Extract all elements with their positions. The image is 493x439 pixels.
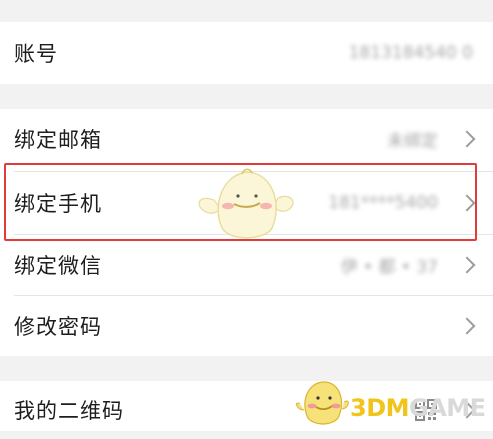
watermark-mascot <box>296 381 349 425</box>
bind-email-value: 未绑定 <box>387 131 438 152</box>
account-label: 账号 <box>14 42 58 66</box>
account-group: 账号 1813184540 0 <box>0 22 493 84</box>
account-value: 1813184540 0 <box>348 43 473 63</box>
mascot-overlay <box>198 168 294 239</box>
account-settings-screen: 账号 1813184540 0 绑定邮箱 未绑定 绑定手机 181****540… <box>0 0 493 431</box>
bind-wechat-value: 伊 • 都 • 37 <box>340 257 438 278</box>
bind-wechat-label: 绑定微信 <box>14 254 102 278</box>
watermark-part-b: GAME <box>409 394 486 422</box>
chevron-right-icon <box>458 256 476 274</box>
watermark-part-a: 3DM <box>350 394 410 422</box>
change-password-row[interactable]: 修改密码 <box>0 296 493 356</box>
watermark-logo: 3DMGAME <box>350 394 486 422</box>
bind-email-row[interactable]: 绑定邮箱 未绑定 <box>0 109 493 169</box>
bind-email-label: 绑定邮箱 <box>14 128 102 152</box>
change-password-label: 修改密码 <box>14 315 102 339</box>
chevron-right-icon <box>458 317 476 335</box>
bind-wechat-row[interactable]: 绑定微信 伊 • 都 • 37 <box>0 235 493 295</box>
my-qrcode-label: 我的二维码 <box>14 399 124 423</box>
top-spacer <box>0 0 493 22</box>
account-row: 账号 1813184540 0 <box>0 23 493 83</box>
chevron-right-icon <box>458 130 476 148</box>
